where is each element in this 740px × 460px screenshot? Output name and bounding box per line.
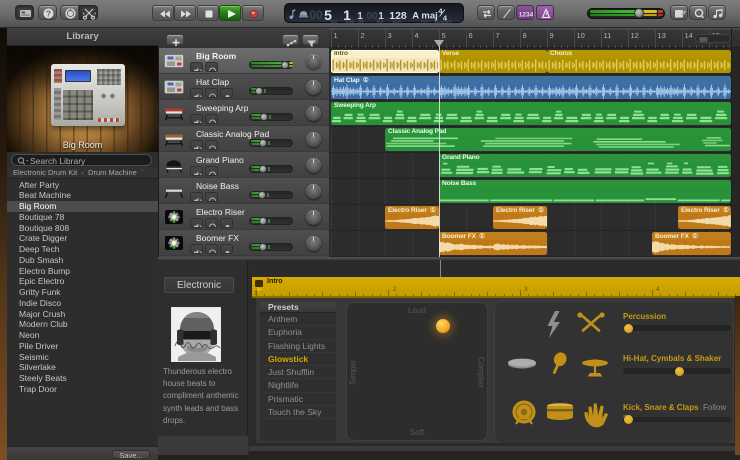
svg-text:tick: tick — [377, 19, 385, 24]
svg-text:bar: bar — [331, 19, 338, 24]
svg-text:1234: 1234 — [519, 12, 534, 19]
svg-text:bpm: bpm — [393, 19, 402, 24]
svg-text:beat: beat — [346, 19, 356, 24]
svg-text:?: ? — [46, 8, 51, 18]
svg-text:00: 00 — [309, 8, 323, 22]
svg-text:signature: signature — [434, 19, 453, 24]
svg-text:Key: Key — [421, 19, 430, 24]
svg-text:div: div — [358, 19, 365, 24]
